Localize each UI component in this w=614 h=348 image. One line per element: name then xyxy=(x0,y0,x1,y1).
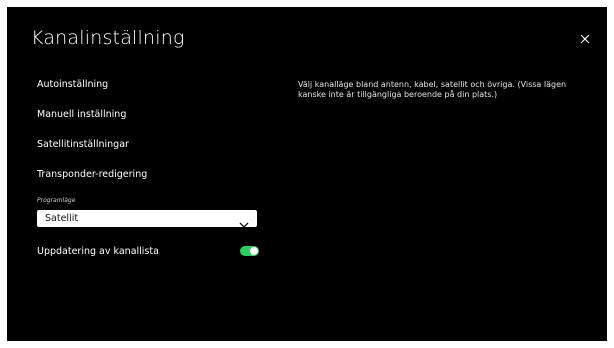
program-mode-dropdown[interactable]: Satellit xyxy=(37,210,257,228)
channel-list-update-label: Uppdatering av kanallista xyxy=(37,246,159,257)
program-mode-value: Satellit xyxy=(45,213,79,224)
menu-item-autoinstallning[interactable]: Autoinställning xyxy=(37,79,108,90)
menu-item-transponder-redigering[interactable]: Transponder-redigering xyxy=(37,169,147,180)
channel-settings-screen: Kanalinställning Autoinställning Manuell… xyxy=(7,7,607,341)
menu-item-satellitinstallningar[interactable]: Satellitinställningar xyxy=(37,139,129,150)
channel-list-update-toggle[interactable] xyxy=(240,246,259,256)
menu-item-manuell-installning[interactable]: Manuell inställning xyxy=(37,109,126,120)
program-mode-label: Programläge xyxy=(37,197,76,204)
help-description: Välj kanalläge bland antenn, kabel, sate… xyxy=(298,80,567,99)
toggle-knob xyxy=(250,247,258,255)
page-title: Kanalinställning xyxy=(31,27,185,49)
close-icon[interactable] xyxy=(578,32,592,46)
chevron-down-icon xyxy=(239,214,249,233)
